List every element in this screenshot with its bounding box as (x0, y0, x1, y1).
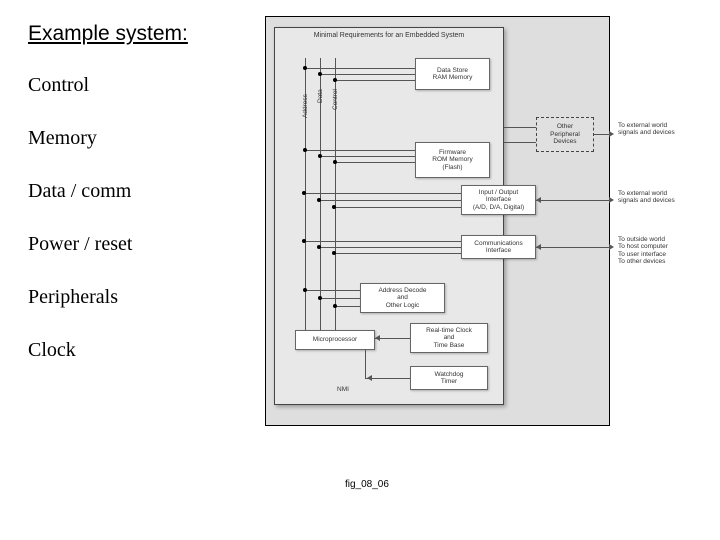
ram-block: Data Store RAM Memory (415, 58, 490, 90)
list-item: Memory (28, 127, 228, 150)
system-boundary: Minimal Requirements for an Embedded Sys… (274, 27, 504, 405)
comm-block: Communications Interface (461, 235, 536, 259)
bus-label-address: Address (302, 94, 309, 118)
ext-label-io: To external world signals and devices (618, 190, 675, 205)
list-item: Data / comm (28, 180, 228, 203)
peripheral-block: Other Peripheral Devices (536, 117, 594, 152)
bus-label-control: Control (332, 89, 339, 110)
ext-label-comm: To outside world To host computer To use… (618, 236, 668, 266)
left-title: Example system: (28, 22, 228, 46)
figure-label: fig_08_06 (345, 479, 389, 490)
wdt-block: Watchdog Timer (410, 366, 488, 390)
embedded-system-diagram: Minimal Requirements for an Embedded Sys… (265, 16, 610, 426)
bus-label-data: Data (317, 89, 324, 103)
decode-block: Address Decode and Other Logic (360, 283, 445, 313)
rom-block: Firmware ROM Memory (Flash) (415, 142, 490, 178)
list-item: Power / reset (28, 233, 228, 256)
ext-label-periph: To external world signals and devices (618, 122, 675, 137)
io-block: Input / Output Interface (A/D, D/A, Digi… (461, 185, 536, 215)
list-item: Clock (28, 339, 228, 362)
cpu-block: Microprocessor (295, 330, 375, 350)
nmi-label: NMI (337, 386, 349, 393)
list-item: Control (28, 74, 228, 97)
diagram-title: Minimal Requirements for an Embedded Sys… (275, 32, 503, 39)
list-item: Peripherals (28, 286, 228, 309)
rtc-block: Real-time Clock and Time Base (410, 323, 488, 353)
